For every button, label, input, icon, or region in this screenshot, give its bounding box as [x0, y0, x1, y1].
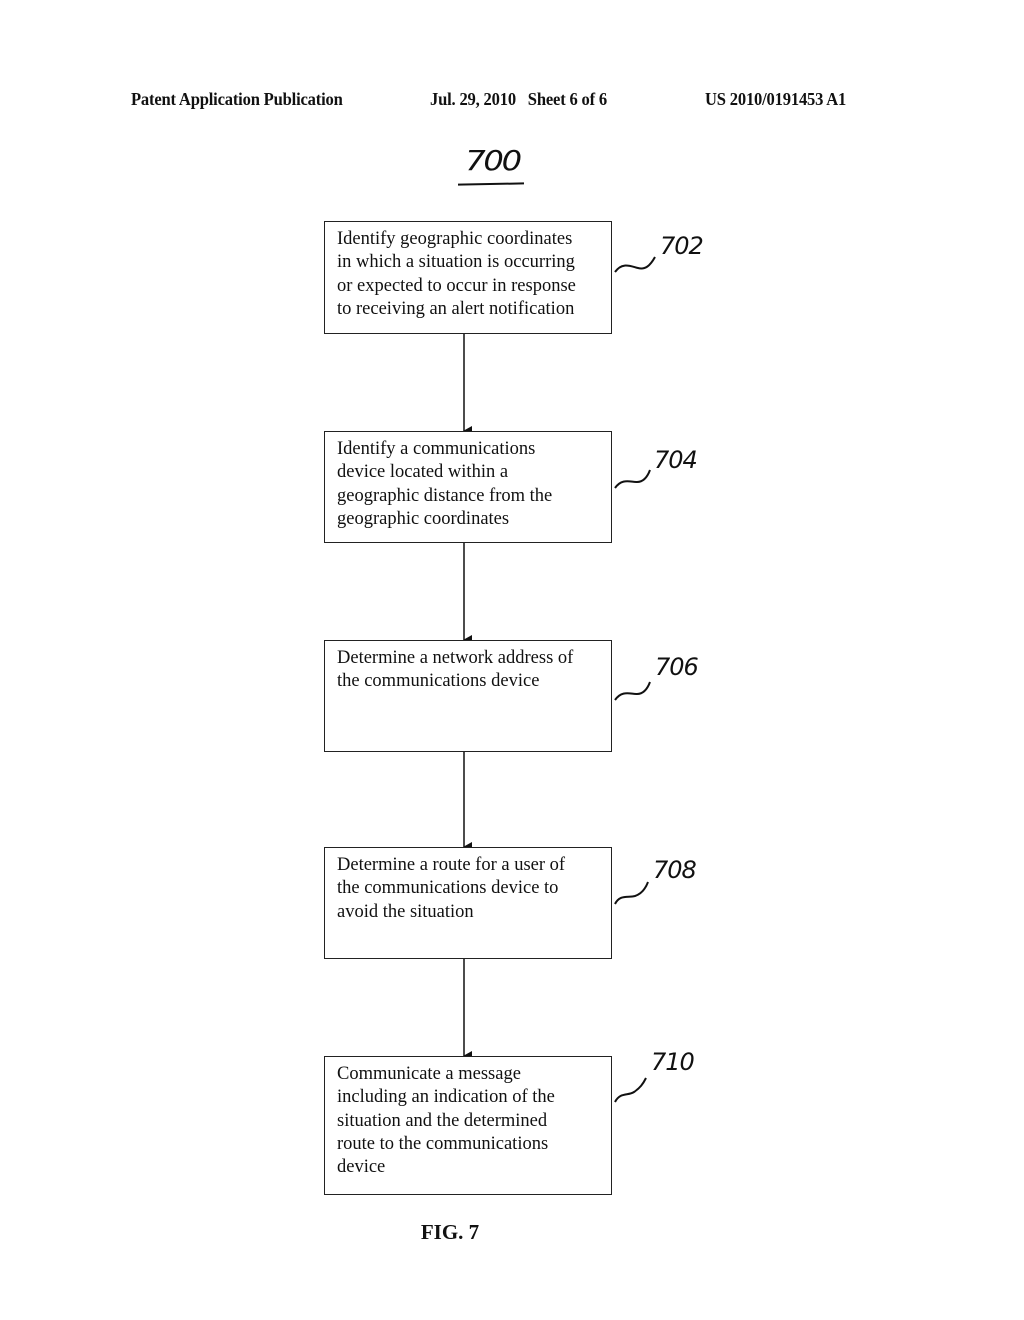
step-box-702: Identify geographic coordinates in which… [324, 221, 612, 334]
ref-label-706: 706 [655, 653, 699, 681]
step-text-line: the communications device [337, 671, 540, 692]
step-text-line: the communications device to [337, 878, 559, 899]
step-text-line: Identify a communications [337, 439, 536, 459]
step-text-line: in which a situation is occurring [337, 252, 575, 273]
leader-line-710 [614, 1077, 647, 1103]
step-text-line: Determine a route for a user of [337, 855, 566, 875]
leader-line-706 [614, 681, 651, 701]
step-box-710: Communicate a message including an indic… [324, 1056, 612, 1195]
step-text-line: or expected to occur in response [337, 275, 576, 296]
step-text-line: route to the communications [337, 1133, 549, 1154]
step-text-line: including an indication of the [337, 1087, 555, 1108]
leader-line-702 [614, 256, 656, 273]
step-text-line: avoid the situation [337, 901, 474, 922]
step-text-line: to receiving an alert notification [337, 298, 575, 319]
step-text-line: device located within a [337, 462, 509, 483]
step-box-708: Determine a route for a user of the comm… [324, 847, 612, 959]
step-box-706: Determine a network address of the commu… [324, 640, 612, 752]
step-text-line: device [337, 1157, 386, 1178]
ref-label-708: 708 [653, 856, 697, 884]
step-text-line: Determine a network address of [337, 648, 574, 668]
figure-caption: FIG. 7 [420, 1220, 480, 1244]
step-box-704: Identify a communications device located… [324, 431, 612, 543]
ref-label-704: 704 [654, 446, 698, 474]
step-text-line: geographic coordinates [337, 508, 510, 529]
step-text-line: situation and the determined [337, 1110, 548, 1131]
step-text-line: geographic distance from the [337, 485, 553, 506]
ref-label-710: 710 [651, 1048, 695, 1076]
step-text-line: Communicate a message [337, 1064, 521, 1084]
leader-line-708 [614, 881, 649, 905]
leader-line-704 [614, 469, 651, 489]
ref-label-702: 702 [660, 232, 704, 260]
step-text-line: Identify geographic coordinates [337, 229, 573, 249]
